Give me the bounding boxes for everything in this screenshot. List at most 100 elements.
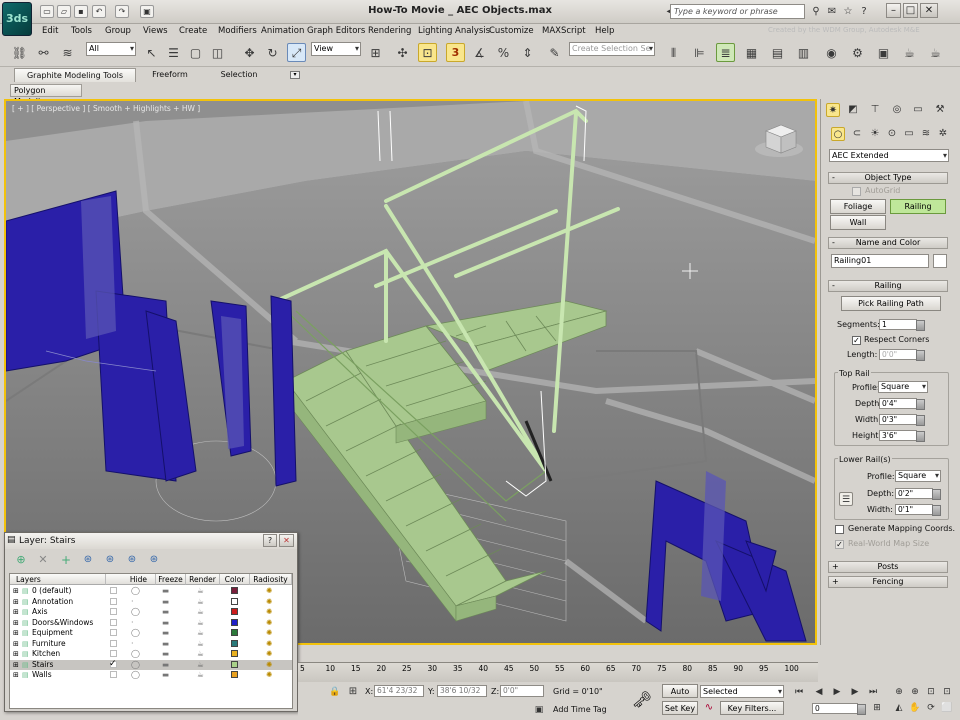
zoom-extents-icon[interactable]: ⊡: [924, 685, 938, 699]
select-and-move-icon[interactable]: ✥: [240, 43, 259, 62]
lower-profile-dropdown[interactable]: Square: [895, 470, 941, 482]
tab-polygon-modeling[interactable]: Polygon Modeling: [10, 84, 82, 106]
lower-rail-spacing-icon[interactable]: ☰: [839, 492, 853, 506]
help-icon[interactable]: ?: [857, 5, 871, 19]
freeze-toggle-icon[interactable]: ▬: [162, 660, 169, 670]
freeze-toggle-icon[interactable]: ▬: [162, 586, 169, 596]
layer-color-swatch[interactable]: [231, 650, 238, 657]
layer-color-swatch[interactable]: [231, 671, 238, 678]
layer-manager-icon[interactable]: ≣: [716, 43, 735, 62]
rectangular-selection-icon[interactable]: ▢: [186, 43, 205, 62]
absolute-mode-icon[interactable]: ⊞: [346, 685, 360, 699]
object-type-rollout[interactable]: - Object Type: [828, 172, 948, 184]
z-coordinate-field[interactable]: 0'0": [500, 685, 544, 697]
set-key-icon[interactable]: 🗝: [628, 687, 656, 713]
layer-name[interactable]: Stairs: [32, 660, 53, 670]
auto-key-button[interactable]: Auto Key: [662, 684, 698, 709]
menu-customize[interactable]: Customize: [489, 24, 534, 39]
layer-help-button[interactable]: ?: [263, 534, 277, 547]
select-object-icon[interactable]: ↖: [142, 43, 161, 62]
object-color-swatch[interactable]: [933, 254, 947, 268]
graphite-modeling-toggle-icon[interactable]: ▦: [742, 43, 761, 62]
layer-name[interactable]: Annotation: [32, 597, 73, 607]
layer-row[interactable]: ⊞ ▤ Walls ◯ ▬ ☕ ✺: [10, 670, 292, 681]
hierarchy-tab-icon[interactable]: ⊤: [868, 103, 882, 117]
field-of-view-icon[interactable]: ◭: [892, 701, 906, 715]
motion-tab-icon[interactable]: ◎: [890, 103, 904, 117]
hide-toggle-icon[interactable]: ◯: [131, 670, 140, 680]
hide-toggle-icon[interactable]: ·: [131, 618, 134, 628]
close-button[interactable]: ✕: [920, 3, 938, 18]
zoom-all-icon[interactable]: ⊕: [908, 685, 922, 699]
expand-icon[interactable]: ⊞: [13, 628, 19, 638]
pan-icon[interactable]: ✋: [908, 701, 922, 715]
render-teapot-icon[interactable]: ☕: [197, 639, 204, 649]
layer-name[interactable]: Kitchen: [32, 649, 60, 659]
material-editor-icon[interactable]: ◉: [822, 43, 841, 62]
zoom-icon[interactable]: ⊕: [892, 685, 906, 699]
hide-toggle-icon[interactable]: ◯: [131, 586, 140, 596]
layer-name[interactable]: Axis: [32, 607, 48, 617]
manipulate-icon[interactable]: ✣: [393, 43, 412, 62]
edit-named-selection-icon[interactable]: ✎: [545, 43, 564, 62]
named-selection-sets-dropdown[interactable]: Create Selection Se: [569, 42, 655, 56]
curve-editor-icon[interactable]: ▤: [768, 43, 787, 62]
menu-tools[interactable]: Tools: [71, 24, 92, 39]
select-and-link-icon[interactable]: ⛓: [10, 43, 29, 62]
shapes-icon[interactable]: ⊂: [850, 127, 864, 141]
name-color-rollout[interactable]: - Name and Color: [828, 237, 948, 249]
layer-visibility-box[interactable]: [110, 639, 117, 647]
orbit-icon[interactable]: ⟳: [924, 701, 938, 715]
go-to-end-icon[interactable]: ⏭: [866, 685, 880, 699]
col-render[interactable]: Render: [186, 574, 220, 585]
real-world-map-checkbox[interactable]: ✓: [835, 540, 844, 549]
space-warps-icon[interactable]: ≋: [919, 127, 933, 141]
layer-dialog-title[interactable]: ▤ Layer: Stairs: [5, 533, 297, 549]
autogrid-checkbox[interactable]: [852, 187, 861, 196]
layer-row[interactable]: ⊞ ▤ Doors&Windows · ▬ ☕ ✺: [10, 618, 292, 629]
selection-lock-icon[interactable]: 🔒: [328, 685, 342, 699]
render-iterative-icon[interactable]: ☕: [926, 43, 945, 62]
ribbon-options-icon[interactable]: ▾: [290, 71, 300, 79]
select-by-name-icon[interactable]: ☰: [164, 43, 183, 62]
freeze-toggle-icon[interactable]: ▬: [162, 649, 169, 659]
layer-row[interactable]: ⊞ ▤ Furniture · ▬ ☕ ✺: [10, 639, 292, 650]
hide-toggle-icon[interactable]: ◯: [131, 607, 140, 617]
binoculars-icon[interactable]: ⚲: [809, 5, 823, 19]
go-to-start-icon[interactable]: ⏮: [792, 685, 806, 699]
favorites-icon[interactable]: ☆: [841, 5, 855, 19]
layer-visibility-box[interactable]: [110, 650, 117, 657]
angle-snap-icon[interactable]: ∡: [470, 43, 489, 62]
helpers-icon[interactable]: ▭: [902, 127, 916, 141]
key-filters-button[interactable]: Key Filters...: [720, 701, 784, 715]
expand-icon[interactable]: ⊞: [13, 607, 19, 617]
radiosity-icon[interactable]: ✺: [266, 597, 272, 607]
y-coordinate-field[interactable]: 38'6 10/32: [437, 685, 487, 697]
play-icon[interactable]: ▶: [830, 685, 844, 699]
rendered-frame-window-icon[interactable]: ▣: [874, 43, 893, 62]
hide-unhide-all-icon[interactable]: ⊛: [125, 553, 139, 567]
maximize-viewport-icon[interactable]: ⬜: [940, 701, 954, 715]
mirror-icon[interactable]: ⫴: [664, 43, 683, 62]
render-production-icon[interactable]: ☕: [900, 43, 919, 62]
freeze-all-icon[interactable]: ⊛: [147, 553, 161, 567]
set-key-button[interactable]: Set Key: [662, 701, 698, 715]
lower-depth-spinner[interactable]: 0'2": [895, 488, 941, 500]
pivot-center-icon[interactable]: ⊞: [366, 43, 385, 62]
key-mode-dropdown[interactable]: Selected: [700, 685, 784, 698]
object-name-field[interactable]: Railing01: [831, 254, 929, 268]
tab-graphite-modeling-tools[interactable]: Graphite Modeling Tools: [14, 68, 136, 82]
help-search-input[interactable]: Type a keyword or phrase: [670, 4, 805, 19]
create-layer-icon[interactable]: ⊕: [14, 553, 28, 567]
expand-icon[interactable]: ⊞: [13, 649, 19, 659]
layer-visibility-box[interactable]: [110, 618, 117, 626]
layer-row[interactable]: ⊞ ▤ Axis ◯ ▬ ☕ ✺: [10, 607, 292, 618]
render-teapot-icon[interactable]: ☕: [197, 607, 204, 617]
open-file-icon[interactable]: ▱: [57, 5, 71, 18]
layer-color-swatch[interactable]: [231, 608, 238, 615]
layer-row[interactable]: ⊞ ▤ Kitchen ◯ ▬ ☕ ✺: [10, 649, 292, 660]
previous-frame-icon[interactable]: ◀: [812, 685, 826, 699]
modify-tab-icon[interactable]: ◩: [846, 103, 860, 117]
align-icon[interactable]: ⊫: [690, 43, 709, 62]
render-setup-icon[interactable]: ⚙: [848, 43, 867, 62]
